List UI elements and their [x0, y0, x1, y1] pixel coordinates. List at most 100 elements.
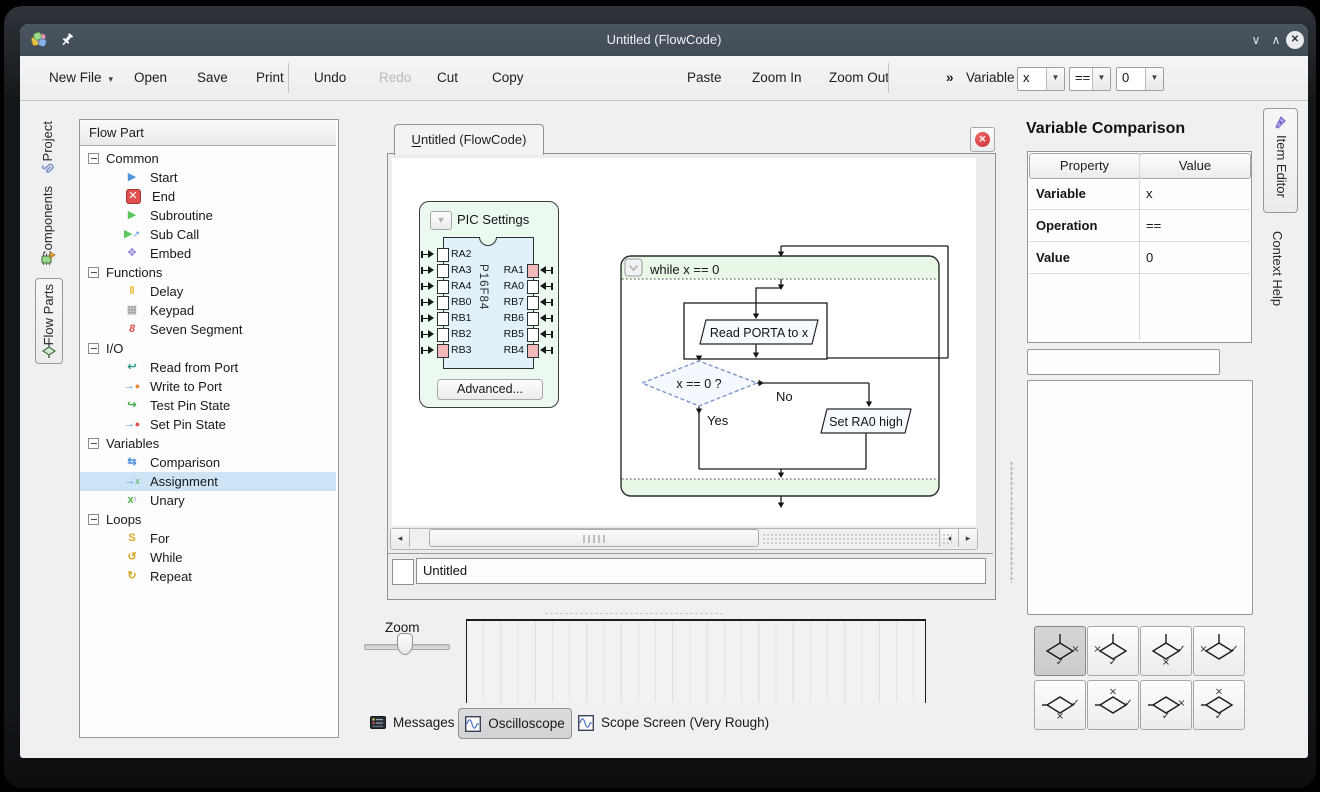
pin-label: RB4	[484, 344, 524, 357]
tab-oscilloscope[interactable]: Oscilloscope	[458, 708, 572, 739]
pin-ra2[interactable]: RA2	[420, 248, 480, 261]
tree-item-unary[interactable]: x¹Unary	[80, 491, 336, 510]
status-checkbox[interactable]	[392, 559, 414, 585]
tree-item-test-pin-state[interactable]: ↪Test Pin State	[80, 396, 336, 415]
toolbar-button-zoom-in[interactable]: Zoom In	[752, 56, 802, 100]
column-header-value[interactable]: Value	[1139, 153, 1251, 179]
pin-rb4[interactable]: RB4	[420, 344, 558, 357]
column-header-property[interactable]: Property	[1029, 153, 1140, 179]
tree-item-i-o[interactable]: I/O	[80, 339, 336, 358]
sidebar-tab-flow-parts[interactable]: Flow Parts	[35, 278, 63, 364]
toolbar-button-save[interactable]: Save	[197, 56, 228, 100]
flowchart-canvas[interactable]: ▼ PIC Settings P16F84 RA2RA3RA4RB0RB1RB2…	[392, 158, 976, 526]
pin-ra1[interactable]: RA1	[420, 264, 558, 277]
toolbar-button-new-file[interactable]: New File▾	[49, 56, 113, 100]
tree-item-end[interactable]: ✕End	[80, 187, 336, 206]
tree-item-set-pin-state[interactable]: →●Set Pin State	[80, 415, 336, 434]
property-value[interactable]: x	[1146, 178, 1153, 209]
advanced-button[interactable]: Advanced...	[437, 379, 543, 400]
tree-item-variables[interactable]: Variables	[80, 434, 336, 453]
flowchart-name-field[interactable]: Untitled	[416, 558, 986, 584]
toolbar-button-print[interactable]: Print	[256, 56, 284, 100]
testpin-icon: ↪	[122, 396, 142, 415]
tree-item-read-from-port[interactable]: ↩Read from Port	[80, 358, 336, 377]
dock-tab-item-editor[interactable]: Item Editor	[1263, 108, 1298, 213]
decision-layout-button-8[interactable]: ×✓	[1193, 680, 1245, 730]
toolbar-button-zoom-out[interactable]: Zoom Out	[829, 56, 889, 100]
pin-rb6[interactable]: RB6	[420, 312, 558, 325]
value-combobox[interactable]: 0 ▼	[1116, 67, 1164, 91]
decision-layout-button-3[interactable]: ✓×	[1140, 626, 1192, 676]
tree-item-assignment[interactable]: →xAssignment	[80, 472, 336, 491]
chevron-down-icon[interactable]: ▼	[1145, 68, 1163, 90]
toolbar-overflow-chevron[interactable]: »	[946, 56, 954, 100]
vertical-splitter-handle[interactable]	[1010, 461, 1013, 583]
horizontal-scrollbar[interactable]: ◂ ◂ ▸	[390, 528, 978, 550]
chevron-down-icon[interactable]: ▼	[1092, 68, 1110, 90]
scroll-left-button[interactable]: ◂	[391, 529, 410, 547]
tree-item-while[interactable]: ↺While	[80, 548, 336, 567]
toolbar-button-undo[interactable]: Undo	[314, 56, 346, 100]
pin-rb5[interactable]: RB5	[420, 328, 558, 341]
maximize-button[interactable]: ∧	[1266, 30, 1286, 50]
minimize-button[interactable]: ∨	[1246, 30, 1266, 50]
tree-item-common[interactable]: Common	[80, 149, 336, 168]
decision-layout-button-6[interactable]: ×✓	[1087, 680, 1139, 730]
toolbar-button-paste[interactable]: Paste	[687, 56, 722, 100]
tree-item-comparison[interactable]: ⇆Comparison	[80, 453, 336, 472]
tree-expander-icon[interactable]	[88, 343, 99, 354]
toolbar-button-redo[interactable]: Redo	[379, 56, 411, 100]
pin-label: RB7	[484, 296, 524, 309]
tree-item-seven-segment[interactable]: 8Seven Segment	[80, 320, 336, 339]
property-value[interactable]: ==	[1146, 210, 1161, 241]
tree-item-delay[interactable]: ‖Delay	[80, 282, 336, 301]
tree-item-sub-call[interactable]: ▶↗Sub Call	[80, 225, 336, 244]
tree-item-keypad[interactable]: ▦Keypad	[80, 301, 336, 320]
tree-expander-icon[interactable]	[88, 514, 99, 525]
tree-item-embed[interactable]: ✥Embed	[80, 244, 336, 263]
decision-layout-button-5[interactable]: ✓×	[1034, 680, 1086, 730]
close-button[interactable]: ✕	[1286, 31, 1304, 49]
chevron-down-icon[interactable]: ▼	[1046, 68, 1064, 90]
tab-messages[interactable]: Messages	[370, 708, 455, 737]
dock-tab-context-help[interactable]: Context Help	[1270, 231, 1285, 306]
scroll-right-button[interactable]: ▸	[958, 529, 977, 547]
item-editor-list-box[interactable]	[1027, 380, 1253, 615]
toolbar-button-open[interactable]: Open	[134, 56, 167, 100]
pic-collapse-button[interactable]: ▼	[430, 211, 452, 230]
tree-expander-icon[interactable]	[88, 438, 99, 449]
sidebar-tab-project[interactable]: Project	[40, 121, 55, 161]
toolbar-button-cut[interactable]: Cut	[437, 56, 458, 100]
property-value[interactable]: 0	[1146, 242, 1153, 273]
document-tab[interactable]: Untitled (FlowCode)	[394, 124, 544, 155]
decision-layout-button-7[interactable]: ×✓	[1140, 680, 1192, 730]
tree-item-functions[interactable]: Functions	[80, 263, 336, 282]
document-close-button[interactable]: ✕	[970, 127, 995, 152]
zoom-slider-thumb[interactable]	[397, 633, 413, 655]
tree-item-start[interactable]: ▶Start	[80, 168, 336, 187]
decision-layout-button-2[interactable]: ×✓	[1087, 626, 1139, 676]
tree-item-write-to-port[interactable]: →●Write to Port	[80, 377, 336, 396]
sidebar-tab-components[interactable]: Components	[40, 186, 55, 260]
tab-scope-screen[interactable]: Scope Screen (Very Rough)	[578, 708, 769, 737]
decision-layout-button-1[interactable]: ×✓	[1034, 626, 1086, 676]
scrollbar-track[interactable]	[762, 533, 952, 544]
item-editor-text-field[interactable]	[1027, 349, 1220, 375]
splitter-handle[interactable]	[544, 612, 724, 615]
tree-item-for[interactable]: SFor	[80, 529, 336, 548]
scrollbar-thumb[interactable]	[429, 529, 759, 547]
tree-expander-icon[interactable]	[88, 153, 99, 164]
toolbar-button-copy[interactable]: Copy	[492, 56, 524, 100]
pin-rb7[interactable]: RB7	[420, 296, 558, 309]
while-collapse-button[interactable]	[625, 259, 642, 276]
tree-expander-icon[interactable]	[88, 267, 99, 278]
decision-layout-button-4[interactable]: ×✓	[1193, 626, 1245, 676]
tree-item-repeat[interactable]: ↻Repeat	[80, 567, 336, 586]
tree-header[interactable]: Flow Part	[80, 120, 336, 146]
tree-item-subroutine[interactable]: ▶Subroutine	[80, 206, 336, 225]
tree-item-loops[interactable]: Loops	[80, 510, 336, 529]
variable-name-combobox[interactable]: x ▼	[1017, 67, 1065, 91]
flowchart-drawing[interactable]: while x == 0 Read PORTA to x x == 0 ? No…	[604, 176, 976, 526]
operation-combobox[interactable]: == ▼	[1069, 67, 1111, 91]
pin-ra0[interactable]: RA0	[420, 280, 558, 293]
